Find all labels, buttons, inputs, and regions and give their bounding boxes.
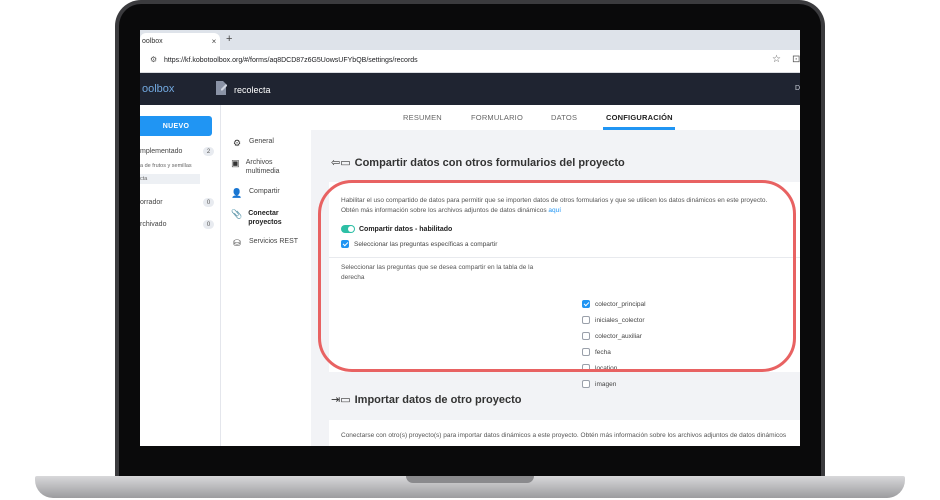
share-card: Habilitar el uso compartido de datos par… (329, 182, 800, 372)
url-field[interactable]: https://kf.kobotoolbox.org/#/forms/aq8DC… (164, 57, 418, 64)
nav-item-media[interactable]: ▣ Archivos multimedia (231, 158, 291, 176)
share-description-2: Obtén más información sobre los archivos… (341, 207, 547, 214)
question-item[interactable]: colector_auxiliar (582, 328, 646, 344)
nav-item-share[interactable]: 👤 Compartir (231, 188, 280, 199)
laptop-notch (406, 476, 534, 483)
nav-label: Archivos multimedia (245, 159, 280, 175)
tab-resumen[interactable]: RESUMEN (403, 113, 442, 122)
share-title-text: Compartir datos con otros formularios de… (354, 156, 625, 169)
share-description: Habilitar el uso compartido de datos par… (341, 196, 799, 216)
sidebar-project-item[interactable]: a de frutos y semillas (140, 163, 192, 169)
gear-icon: ⚙ (232, 138, 242, 148)
question-checkbox[interactable] (582, 364, 590, 372)
new-tab-button[interactable]: + (226, 33, 232, 45)
toggle-label: Compartir datos - habilitado (359, 225, 453, 233)
sidebar: NUEVO mplementado 2 a de frutos y semill… (140, 105, 221, 446)
sidebar-item-label: orrador (140, 199, 163, 206)
account-initial[interactable]: D (795, 85, 800, 92)
question-item[interactable]: colector_principal (582, 296, 646, 312)
question-item[interactable]: imagen (582, 376, 646, 392)
import-section-title: ⇥▭ Importar datos de otro proyecto (331, 393, 522, 407)
close-icon[interactable]: × (208, 37, 220, 46)
nav-label: Conectar proyectos (248, 210, 282, 226)
question-label: colector_auxiliar (595, 332, 642, 340)
question-checkbox[interactable] (582, 300, 590, 308)
import-card: Conectarse con otro(s) proyecto(s) para … (329, 420, 800, 446)
specific-questions-checkbox[interactable] (341, 240, 349, 248)
sidebar-item-deployed[interactable]: mplementado 2 (140, 147, 214, 156)
extensions-icon[interactable]: ⊡ (792, 54, 800, 65)
user-plus-icon: 👤 (231, 188, 243, 198)
question-label: colector_principal (595, 300, 646, 308)
count-badge: 0 (203, 198, 214, 207)
rest-icon: ⛁ (233, 238, 241, 248)
share-toggle-row: Compartir datos - habilitado (341, 225, 452, 233)
address-bar: ⚙ https://kf.kobotoolbox.org/#/forms/aq8… (140, 50, 800, 73)
import-description: Conectarse con otro(s) proyecto(s) para … (341, 432, 787, 439)
app-header: oolbox recolecta D (140, 73, 800, 105)
specific-questions-row: Seleccionar las preguntas específicas a … (341, 240, 497, 248)
question-label: fecha (595, 348, 611, 356)
question-label: iniciales_colector (595, 316, 645, 324)
form-icon (216, 81, 227, 95)
new-project-button[interactable]: NUEVO (140, 116, 212, 136)
question-checkbox[interactable] (582, 380, 590, 388)
image-icon: ▣ (231, 158, 240, 168)
specific-questions-label: Seleccionar las preguntas específicas a … (354, 240, 498, 248)
questions-list: colector_principal iniciales_colector co… (582, 296, 646, 392)
question-item[interactable]: fecha (582, 344, 646, 360)
count-badge: 2 (203, 147, 214, 156)
question-item[interactable]: location (582, 360, 646, 376)
tab-configuracion[interactable]: CONFIGURACIÓN (606, 113, 673, 122)
import-icon: ⇥▭ (331, 394, 351, 406)
question-label: location (595, 364, 618, 372)
share-toggle[interactable] (341, 225, 355, 233)
sidebar-item-draft[interactable]: orrador 0 (140, 198, 214, 207)
select-questions-label: Seleccionar las preguntas que se desea c… (341, 264, 534, 281)
share-section-title: ⇦▭ Compartir datos con otros formularios… (331, 156, 625, 170)
project-name: recolecta (234, 85, 271, 95)
tab-formulario[interactable]: FORMULARIO (471, 113, 523, 122)
paperclip-icon: 📎 (231, 209, 243, 219)
project-tabs: RESUMEN FORMULARIO DATOS CONFIGURACIÓN (221, 105, 800, 131)
main-content: ⇦▭ Compartir datos con otros formularios… (311, 130, 800, 446)
settings-nav: ⚙ General ▣ Archivos multimedia 👤 Compar… (221, 130, 311, 446)
import-title-text: Importar datos de otro proyecto (354, 393, 522, 406)
nav-label: General (249, 138, 274, 145)
nav-item-rest[interactable]: ⛁ Servicios REST (231, 238, 298, 249)
sidebar-item-label: rchivado (140, 221, 167, 228)
question-item[interactable]: iniciales_colector (582, 312, 646, 328)
tab-title: oolbox (142, 38, 163, 45)
learn-more-link[interactable]: aquí (548, 207, 561, 214)
bookmark-star-icon[interactable]: ☆ (772, 54, 781, 65)
sidebar-project-label: cta (140, 176, 148, 182)
nav-label: Servicios REST (249, 238, 299, 245)
nav-item-connect[interactable]: 📎 Conectar proyectos (231, 209, 291, 227)
tab-datos[interactable]: DATOS (551, 113, 577, 122)
count-badge: 0 (203, 220, 214, 229)
divider (329, 257, 800, 258)
share-folder-icon: ⇦▭ (331, 157, 351, 169)
question-checkbox[interactable] (582, 348, 590, 356)
nav-item-general[interactable]: ⚙ General (231, 138, 274, 149)
sidebar-item-archived[interactable]: rchivado 0 (140, 220, 214, 229)
share-description-1: Habilitar el uso compartido de datos par… (341, 197, 768, 204)
nav-label: Compartir (249, 188, 280, 195)
question-checkbox[interactable] (582, 316, 590, 324)
question-checkbox[interactable] (582, 332, 590, 340)
tune-icon[interactable]: ⚙ (150, 55, 157, 64)
sidebar-project-item-active[interactable]: cta (140, 174, 200, 184)
browser-tab[interactable]: oolbox × (140, 33, 220, 50)
brand-logo[interactable]: oolbox (142, 83, 174, 95)
browser-tab-bar: oolbox × + (140, 30, 800, 50)
screen: oolbox × + ⚙ https://kf.kobotoolbox.org/… (140, 30, 800, 446)
sidebar-item-label: mplementado (140, 148, 183, 155)
question-label: imagen (595, 380, 617, 388)
